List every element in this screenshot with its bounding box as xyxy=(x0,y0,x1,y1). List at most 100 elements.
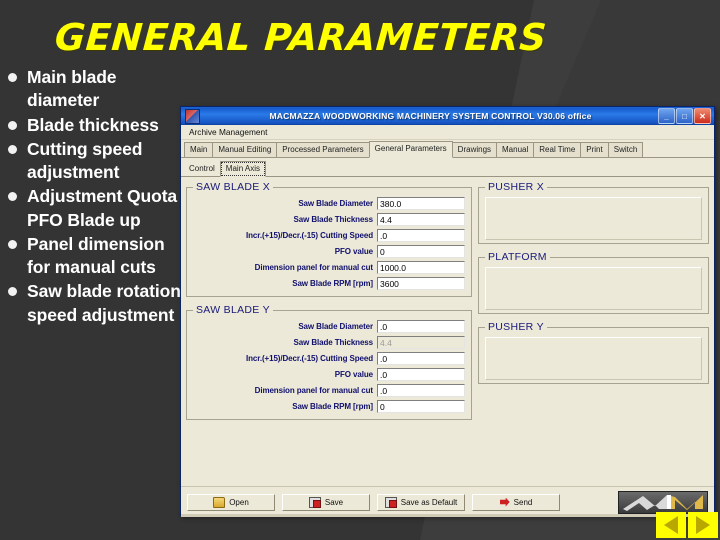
tab-print[interactable]: Print xyxy=(580,142,609,157)
folder-open-icon xyxy=(213,496,226,508)
tab-drawings[interactable]: Drawings xyxy=(451,142,498,157)
field-label: Dimension panel for manual cut xyxy=(254,386,373,395)
list-item-label: Saw blade rotation speed adjustment xyxy=(27,281,181,325)
save-as-default-button[interactable]: Save as Default xyxy=(377,493,465,511)
arrow-right-icon xyxy=(499,497,510,507)
panes: SAW BLADE X Saw Blade Diameter 380.0 Saw… xyxy=(186,181,709,427)
field-label: Incr.(+15)/Decr.(-15) Cutting Speed xyxy=(246,354,373,363)
subtab-control[interactable]: Control xyxy=(184,162,220,176)
tab-main[interactable]: Main xyxy=(184,142,214,157)
saw-blade-y-cutting-speed-input[interactable]: .0 xyxy=(377,352,465,365)
group-legend-saw-blade-x: SAW BLADE X xyxy=(196,181,271,193)
maximize-icon[interactable]: □ xyxy=(676,108,693,124)
tab-general-parameters[interactable]: General Parameters xyxy=(368,141,453,158)
floppy-disk-icon xyxy=(308,496,321,508)
list-item-label: Adjustment Quota PFO Blade up xyxy=(27,186,178,230)
save-as-default-button-label: Save as Default xyxy=(400,497,458,507)
tab-real-time[interactable]: Real Time xyxy=(533,142,582,157)
group-saw-blade-y: SAW BLADE Y Saw Blade Diameter .0 Saw Bl… xyxy=(186,304,472,420)
bullet-dot-icon xyxy=(8,73,17,82)
field-label: Incr.(+15)/Decr.(-15) Cutting Speed xyxy=(246,231,373,240)
send-button-label: Send xyxy=(513,497,533,507)
list-item: Main blade diameter xyxy=(8,66,190,113)
saw-blade-x-pfo-value-input[interactable]: 0 xyxy=(377,245,465,258)
company-logo xyxy=(618,490,708,514)
field-row: Saw Blade RPM [rpm] 0 xyxy=(193,400,465,413)
saw-blade-y-pfo-value-input[interactable]: .0 xyxy=(377,368,465,381)
minimize-icon[interactable]: _ xyxy=(658,108,675,124)
slide-navigation xyxy=(656,512,718,538)
field-row: Dimension panel for manual cut 1000.0 xyxy=(193,261,465,274)
window-titlebar[interactable]: MACMAZZA WOODWORKING MACHINERY SYSTEM CO… xyxy=(181,107,714,125)
list-item-label: Main blade diameter xyxy=(27,67,117,111)
close-icon[interactable]: ✕ xyxy=(694,108,711,124)
platform-content xyxy=(485,267,702,310)
list-item-label: Blade thickness xyxy=(27,114,159,135)
floppy-disk-icon xyxy=(384,496,397,508)
action-button-bar: Open Save Save as Default Send xyxy=(181,486,714,517)
field-label: Saw Blade Diameter xyxy=(298,322,373,331)
saw-blade-x-rpm-input[interactable]: 3600 xyxy=(377,277,465,290)
field-label: PFO value xyxy=(334,370,373,379)
field-label: Dimension panel for manual cut xyxy=(254,263,373,272)
list-item: Blade thickness xyxy=(8,114,190,137)
subtab-main-axis[interactable]: Main Axis xyxy=(219,161,267,177)
field-row: Saw Blade Thickness 4.4 xyxy=(193,336,465,349)
field-row: Saw Blade Diameter 380.0 xyxy=(193,197,465,210)
send-button[interactable]: Send xyxy=(472,493,560,511)
bullet-list: Main blade diameter Blade thickness Cutt… xyxy=(8,66,190,328)
menu-bar: Archive Management xyxy=(181,125,714,140)
next-slide-button[interactable] xyxy=(688,512,718,538)
saw-blade-x-diameter-input[interactable]: 380.0 xyxy=(377,197,465,210)
group-pusher-y: PUSHER Y xyxy=(478,321,709,384)
field-row: Incr.(+15)/Decr.(-15) Cutting Speed .0 xyxy=(193,229,465,242)
field-row: Saw Blade Thickness 4.4 xyxy=(193,213,465,226)
field-label: Saw Blade RPM [rpm] xyxy=(292,279,373,288)
bullet-dot-icon xyxy=(8,192,17,202)
window-title: MACMAZZA WOODWORKING MACHINERY SYSTEM CO… xyxy=(269,111,592,121)
open-button[interactable]: Open xyxy=(187,493,275,511)
saw-blade-x-manual-cut-dimension-input[interactable]: 1000.0 xyxy=(377,261,465,274)
field-row: Incr.(+15)/Decr.(-15) Cutting Speed .0 xyxy=(193,352,465,365)
chevron-left-icon xyxy=(664,516,678,534)
saw-blade-y-thickness-input[interactable]: 4.4 xyxy=(377,336,465,349)
tab-manual[interactable]: Manual xyxy=(496,142,535,157)
field-label: Saw Blade RPM [rpm] xyxy=(292,402,373,411)
saw-blade-y-diameter-input[interactable]: .0 xyxy=(377,320,465,333)
tab-manual-editing[interactable]: Manual Editing xyxy=(212,142,278,157)
list-item: Panel dimension for manual cuts xyxy=(8,233,190,280)
application-icon xyxy=(185,108,200,124)
tab-processed-parameters[interactable]: Processed Parameters xyxy=(276,142,370,157)
bullet-dot-icon xyxy=(8,144,17,154)
right-pane: PUSHER X PLATFORM PUSHER Y xyxy=(478,181,709,427)
open-button-label: Open xyxy=(229,497,249,507)
bullet-dot-icon xyxy=(8,120,17,130)
previous-slide-button[interactable] xyxy=(656,512,686,538)
group-legend-pusher-x: PUSHER X xyxy=(488,181,545,193)
field-label: Saw Blade Thickness xyxy=(293,215,374,224)
tab-switch[interactable]: Switch xyxy=(607,142,644,157)
pusher-y-content xyxy=(485,337,702,380)
left-pane: SAW BLADE X Saw Blade Diameter 380.0 Saw… xyxy=(186,181,472,427)
saw-blade-x-thickness-input[interactable]: 4.4 xyxy=(377,213,465,226)
status-bar xyxy=(181,514,714,517)
group-platform: PLATFORM xyxy=(478,251,709,314)
list-item-label: Panel dimension for manual cuts xyxy=(27,233,165,278)
chevron-right-icon xyxy=(696,516,710,534)
sub-tab-strip: Control Main Axis xyxy=(181,161,714,177)
list-item: Saw blade rotation speed adjustment xyxy=(8,280,190,327)
field-label: PFO value xyxy=(334,247,373,256)
saw-blade-x-cutting-speed-input[interactable]: .0 xyxy=(377,229,465,242)
tab-strip: Main Manual Editing Processed Parameters… xyxy=(181,141,714,158)
field-row: Saw Blade Diameter .0 xyxy=(193,320,465,333)
page-title: GENERAL PARAMETERS xyxy=(53,16,549,59)
menu-item-archive-management[interactable]: Archive Management xyxy=(185,127,271,137)
save-button[interactable]: Save xyxy=(282,493,370,511)
saw-blade-y-manual-cut-dimension-input[interactable]: .0 xyxy=(377,384,465,397)
field-label: Saw Blade Diameter xyxy=(298,199,373,208)
field-row: Dimension panel for manual cut .0 xyxy=(193,384,465,397)
saw-blade-y-rpm-input[interactable]: 0 xyxy=(377,400,465,413)
application-window: MACMAZZA WOODWORKING MACHINERY SYSTEM CO… xyxy=(180,106,715,517)
pusher-x-content xyxy=(485,197,702,240)
window-body: SAW BLADE X Saw Blade Diameter 380.0 Saw… xyxy=(181,177,714,517)
